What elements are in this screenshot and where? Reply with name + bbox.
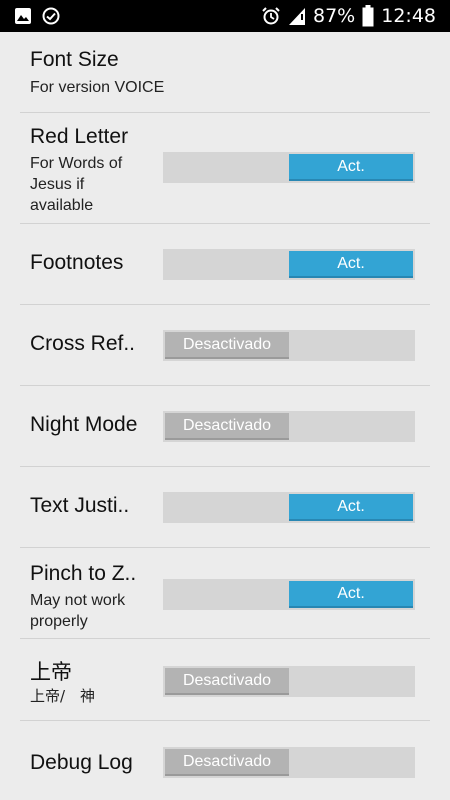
signal-icon [288,6,306,26]
setting-subtitle: For version VOICE [30,79,165,96]
setting-title: Text Justi.. [30,494,130,517]
subtitle-line: For Words of [30,155,123,172]
setting-pinch-zoom: Pinch to Z.. May not work properly Act. [0,548,450,638]
cross-ref-toggle[interactable]: Desactivado [163,330,415,361]
setting-title: Pinch to Z.. [30,562,137,585]
god-toggle[interactable]: Desactivado [163,666,415,697]
subtitle-line: May not work [30,592,126,609]
toggle-thumb: Desactivado [165,668,289,695]
setting-subtitle: May not work properly [30,590,125,632]
setting-title: Red Letter [30,125,129,148]
setting-night-mode: Night Mode Desactivado [0,386,450,466]
battery-label: 87% [313,5,356,27]
toggle-thumb: Act. [289,494,413,521]
pinch-zoom-toggle[interactable]: Act. [163,579,415,610]
debug-log-toggle[interactable]: Desactivado [163,747,415,778]
setting-god: 上帝 上帝/ 神 Desactivado [0,639,450,720]
toggle-thumb: Act. [289,581,413,608]
setting-title: Footnotes [30,251,124,274]
subtitle-line: available [30,197,94,214]
text-justify-toggle[interactable]: Act. [163,492,415,523]
toggle-thumb: Desactivado [165,413,289,440]
alarm-icon [261,6,281,26]
setting-subtitle: 上帝/ 神 [30,687,96,705]
setting-footnotes: Footnotes Act. [0,224,450,304]
battery-icon [362,5,374,27]
toggle-thumb: Desactivado [165,332,289,359]
status-time: 12:48 [381,5,436,27]
footnotes-toggle[interactable]: Act. [163,249,415,280]
toggle-thumb: Desactivado [165,749,289,776]
setting-text-justify: Text Justi.. Act. [0,467,450,547]
setting-title: 上帝 [30,660,72,684]
red-letter-toggle[interactable]: Act. [163,152,415,183]
toggle-thumb: Act. [289,251,413,278]
check-circle-icon [42,7,60,25]
setting-title: Night Mode [30,413,138,436]
night-mode-toggle[interactable]: Desactivado [163,411,415,442]
setting-cross-ref: Cross Ref.. Desactivado [0,305,450,385]
setting-title: Debug Log [30,751,133,774]
setting-debug-log: Debug Log Desactivado [0,721,450,800]
setting-red-letter: Red Letter For Words of Jesus if availab… [0,113,450,223]
setting-title: Cross Ref.. [30,332,136,355]
gallery-icon [14,7,32,25]
setting-title: Font Size [30,48,119,71]
subtitle-line: Jesus if [30,176,85,193]
setting-subtitle: For Words of Jesus if available [30,153,122,216]
setting-font-size[interactable]: Font Size For version VOICE [0,32,450,112]
toggle-thumb: Act. [289,154,413,181]
status-bar: 87% 12:48 [0,0,450,32]
subtitle-line: properly [30,613,88,630]
